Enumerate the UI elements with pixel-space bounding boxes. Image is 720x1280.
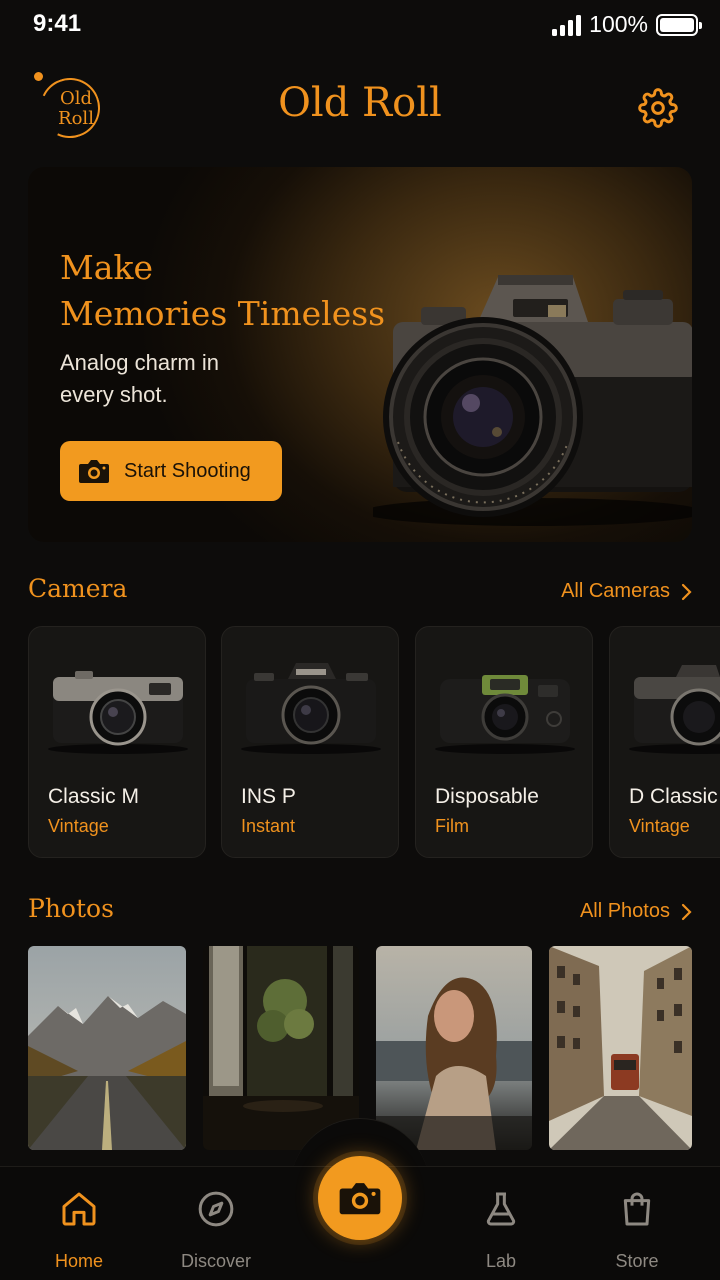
nav-lab[interactable]: Lab <box>446 1187 556 1272</box>
camera-name: INS P <box>241 785 296 808</box>
window-plant-image <box>203 946 359 1150</box>
photo-city-street[interactable] <box>549 946 692 1150</box>
nav-home[interactable]: Home <box>24 1187 134 1272</box>
nav-store-label: Store <box>615 1251 659 1271</box>
settings-button[interactable] <box>636 86 680 130</box>
all-cameras-link[interactable]: All Cameras <box>561 580 692 603</box>
start-shooting-button[interactable]: Start Shooting <box>60 441 282 501</box>
hero-subtitle-line2: every shot. <box>60 382 168 407</box>
camera-carousel[interactable]: Classic M Vintage INS P Instant Disposab… <box>28 626 720 860</box>
camera-name: D Classic <box>629 785 718 808</box>
camera-icon <box>79 460 109 483</box>
camera-icon <box>339 1183 381 1215</box>
camera-card-classic-m[interactable]: Classic M Vintage <box>28 626 206 858</box>
hero-banner: Make Memories Timeless Analog charm in e… <box>28 167 692 542</box>
hero-title: Make Memories Timeless <box>60 245 385 337</box>
camera-name: Classic M <box>48 785 140 808</box>
battery-percent: 100% <box>589 11 648 37</box>
chevron-right-icon <box>681 583 692 600</box>
camera-card-disposable[interactable]: Disposable Film <box>415 626 593 858</box>
camera-name: Disposable <box>435 785 539 808</box>
gear-icon <box>638 88 678 128</box>
photo-mountain-road[interactable] <box>28 946 186 1150</box>
capture-button[interactable] <box>318 1156 402 1240</box>
compass-icon <box>198 1191 234 1227</box>
camera-d-classic-image <box>629 665 720 754</box>
camera-card-d-classic[interactable]: D Classic Vintage <box>609 626 720 858</box>
home-icon <box>62 1192 96 1226</box>
hero-subtitle-line1: Analog charm in <box>60 350 219 375</box>
hero-camera-image <box>373 275 692 526</box>
all-cameras-label: All Cameras <box>561 580 670 602</box>
camera-section-title: Camera <box>28 574 128 603</box>
camera-disposable-image <box>435 675 575 754</box>
photos-section-header: Photos All Photos <box>28 890 692 930</box>
mountain-road-image <box>28 946 186 1150</box>
photo-portrait[interactable] <box>376 946 532 1150</box>
flask-icon <box>486 1192 516 1226</box>
camera-ins-p-image <box>241 663 381 754</box>
bag-icon <box>623 1192 651 1226</box>
city-street-image <box>549 946 692 1150</box>
nav-discover[interactable]: Discover <box>161 1187 271 1272</box>
status-time: 9:41 <box>33 10 82 37</box>
camera-card-ins-p[interactable]: INS P Instant <box>221 626 399 858</box>
camera-type: Instant <box>241 816 296 836</box>
all-photos-label: All Photos <box>579 900 670 922</box>
camera-classic-m-image <box>48 671 188 754</box>
page-title: Old Roll <box>278 80 442 126</box>
status-indicators: 100% <box>552 11 702 38</box>
hero-title-line2: Memories Timeless <box>60 294 386 333</box>
hero-subtitle: Analog charm in every shot. <box>60 347 280 411</box>
chevron-right-icon <box>681 903 692 920</box>
camera-type: Vintage <box>629 816 690 836</box>
hero-title-line1: Make <box>60 248 153 287</box>
battery-icon <box>656 13 702 36</box>
signal-icon <box>552 14 582 36</box>
nav-home-label: Home <box>54 1251 103 1271</box>
camera-type: Film <box>435 816 469 836</box>
nav-store[interactable]: Store <box>582 1187 692 1272</box>
portrait-image <box>376 946 532 1150</box>
camera-type: Vintage <box>48 816 109 836</box>
start-shooting-label: Start Shooting <box>124 459 251 482</box>
app-header: Old Roll Old Roll <box>0 60 720 150</box>
all-photos-link[interactable]: All Photos <box>580 900 692 923</box>
photos-section-title: Photos <box>28 894 114 923</box>
camera-section-header: Camera All Cameras <box>28 570 692 610</box>
photo-window-plant[interactable] <box>203 946 359 1150</box>
status-bar: 9:41 100% <box>0 0 720 50</box>
nav-lab-label: Lab <box>485 1251 517 1271</box>
nav-discover-label: Discover <box>180 1251 251 1271</box>
